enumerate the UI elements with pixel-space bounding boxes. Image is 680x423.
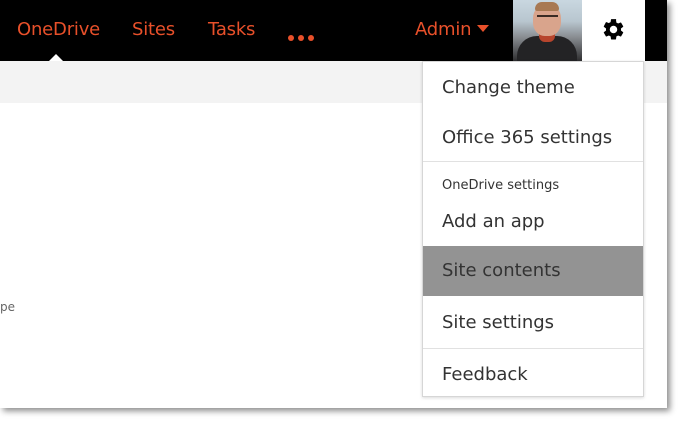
menu-item-label: Change theme — [442, 77, 575, 98]
avatar[interactable] — [513, 0, 582, 61]
app-window: OneDrive Sites Tasks Admin pe Change the… — [0, 0, 667, 408]
menu-item-label: Site settings — [442, 312, 555, 333]
suite-bar: OneDrive Sites Tasks Admin — [0, 0, 667, 61]
menu-item-feedback[interactable]: Feedback — [423, 349, 643, 396]
settings-button[interactable] — [582, 0, 645, 61]
menu-item-label: Add an app — [442, 211, 545, 232]
nav-onedrive[interactable]: OneDrive — [17, 19, 100, 41]
menu-item-change-theme[interactable]: Change theme — [423, 62, 643, 112]
gear-icon — [603, 19, 624, 40]
menu-item-label: Office 365 settings — [442, 127, 613, 148]
menu-section-label: OneDrive settings — [442, 178, 560, 193]
menu-item-label: Feedback — [442, 364, 528, 385]
ellipsis-icon[interactable] — [288, 25, 318, 41]
menu-item-site-settings[interactable]: Site settings — [423, 296, 643, 348]
nav-tasks[interactable]: Tasks — [208, 19, 255, 41]
user-menu-button[interactable]: Admin — [415, 19, 472, 41]
caret-down-icon[interactable] — [477, 25, 489, 32]
menu-item-site-contents[interactable]: Site contents — [423, 246, 643, 296]
page-text-fragment: pe — [0, 300, 15, 314]
nav-sites[interactable]: Sites — [132, 19, 175, 41]
menu-item-add-an-app[interactable]: Add an app — [423, 196, 643, 246]
menu-item-label: Site contents — [442, 260, 561, 281]
menu-divider — [423, 161, 643, 162]
active-nav-indicator — [49, 54, 63, 61]
menu-item-office-365-settings[interactable]: Office 365 settings — [423, 112, 643, 161]
settings-menu: Change theme Office 365 settings OneDriv… — [422, 61, 644, 397]
